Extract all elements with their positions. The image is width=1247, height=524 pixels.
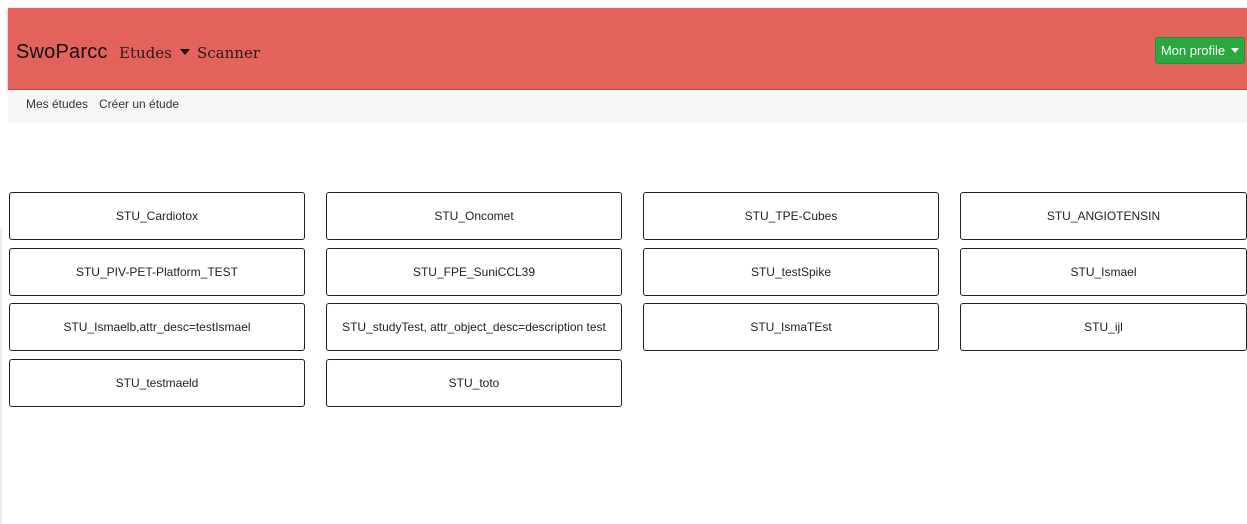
nav-etudes-label: Etudes bbox=[119, 44, 172, 62]
chevron-down-icon bbox=[1231, 48, 1240, 53]
study-card[interactable]: STU_Oncomet bbox=[326, 192, 622, 240]
top-navbar: SwoParcc Etudes Scanner Mon profile bbox=[8, 8, 1247, 90]
page-divider bbox=[0, 228, 2, 524]
study-card[interactable]: STU_testmaeld bbox=[9, 359, 305, 407]
secondary-nav: Mes études Créer un étude bbox=[8, 90, 1247, 123]
subnav-my-studies[interactable]: Mes études bbox=[26, 97, 88, 111]
study-card[interactable]: STU_TPE-Cubes bbox=[643, 192, 939, 240]
nav-scanner-link[interactable]: Scanner bbox=[197, 43, 260, 63]
study-card[interactable]: STU_studyTest, attr_object_desc=descript… bbox=[326, 303, 622, 351]
study-card[interactable]: STU_Ismael bbox=[960, 248, 1247, 296]
study-card[interactable]: STU_Cardiotox bbox=[9, 192, 305, 240]
study-card[interactable]: STU_FPE_SuniCCL39 bbox=[326, 248, 622, 296]
study-card[interactable]: STU_ANGIOTENSIN bbox=[960, 192, 1247, 240]
study-card[interactable]: STU_IsmaTEst bbox=[643, 303, 939, 351]
study-card[interactable]: STU_testSpike bbox=[643, 248, 939, 296]
study-card[interactable]: STU_Ismaelb,attr_desc=testIsmael bbox=[9, 303, 305, 351]
brand-logo[interactable]: SwoParcc bbox=[16, 40, 108, 64]
chevron-down-icon bbox=[179, 49, 190, 55]
profile-button-label: Mon profile bbox=[1160, 43, 1226, 58]
subnav-create-study[interactable]: Créer un étude bbox=[99, 97, 179, 111]
profile-dropdown-button[interactable]: Mon profile bbox=[1155, 37, 1245, 64]
study-card[interactable]: STU_PIV-PET-Platform_TEST bbox=[9, 248, 305, 296]
study-card[interactable]: STU_toto bbox=[326, 359, 622, 407]
study-card[interactable]: STU_ijl bbox=[960, 303, 1247, 351]
nav-etudes-dropdown[interactable]: Etudes bbox=[119, 43, 190, 63]
